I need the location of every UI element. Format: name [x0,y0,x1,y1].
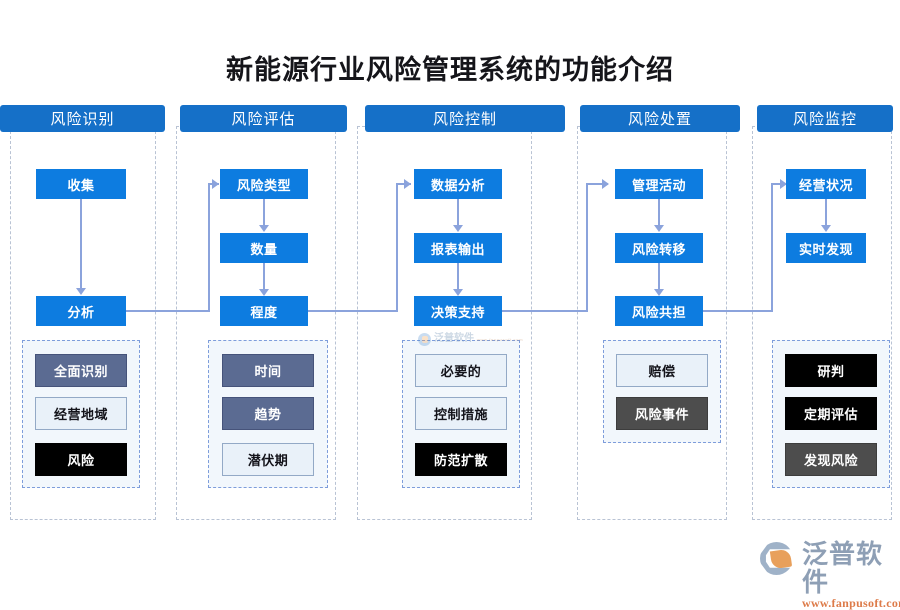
diagram-canvas: 新能源行业风险管理系统的功能介绍 风险识别 风险评估 风险控制 风险处置 风险监… [0,0,900,610]
flow-box-data-analysis[interactable]: 数据分析 [414,169,502,199]
flow-box-quantity[interactable]: 数量 [220,233,308,263]
tag-label: 趋势 [254,407,282,422]
flow-box-degree[interactable]: 程度 [220,296,308,326]
connector-c4-c5-h1 [703,310,773,312]
tag-risk-event[interactable]: 风险事件 [616,397,708,430]
tag-label: 风险事件 [634,407,689,422]
flow-box-label: 报表输出 [430,241,485,257]
brand-name: 泛普软件 [802,539,884,597]
column-header-label: 风险评估 [231,112,296,128]
column-header-risk-identification[interactable]: 风险识别 [0,105,165,132]
connector-c1-v1 [80,199,82,288]
flow-box-label: 分析 [67,304,95,320]
connector-c1-c2-h1 [126,310,210,312]
connector-c2-v2 [263,263,265,289]
tag-label: 必要的 [440,364,482,379]
tag-time[interactable]: 时间 [222,354,314,387]
tag-label: 赔偿 [648,364,676,379]
connector-c3-v2 [457,263,459,289]
tag-judgment[interactable]: 研判 [785,354,877,387]
tag-risk[interactable]: 风险 [35,443,127,476]
connector-c2-v1 [263,199,265,225]
flow-box-label: 经营状况 [798,177,853,193]
tag-label: 定期评估 [803,407,858,422]
tag-comprehensive-identification[interactable]: 全面识别 [35,354,127,387]
column-header-label: 风险监控 [792,112,857,128]
column-header-label: 风险控制 [432,112,497,128]
connector-c1-c2-v [208,184,210,312]
flow-box-label: 管理活动 [631,177,686,193]
arrow-c4-a2 [654,289,664,296]
flow-box-label: 风险转移 [631,241,686,257]
tag-label: 控制措施 [433,407,488,422]
tag-label: 全面识别 [53,364,108,379]
arrow-c4-a1 [654,225,664,232]
tag-label: 时间 [254,364,282,379]
connector-c3-c4-h1 [502,310,588,312]
flow-box-label: 程度 [250,304,278,320]
connector-c2-c3-h1 [308,310,398,312]
tag-label: 发现风险 [803,453,858,468]
tag-compensation[interactable]: 赔偿 [616,354,708,387]
column-header-risk-assessment[interactable]: 风险评估 [180,105,347,132]
arrow-c5-a1 [821,225,831,232]
flow-box-label: 收集 [67,177,95,193]
flow-box-risk-type[interactable]: 风险类型 [220,169,308,199]
flow-box-risk-transfer[interactable]: 风险转移 [615,233,703,263]
tag-discover-risk[interactable]: 发现风险 [785,443,877,476]
connector-c3-v1 [457,199,459,225]
tag-trend[interactable]: 趋势 [222,397,314,430]
flow-box-realtime-discovery[interactable]: 实时发现 [786,233,866,263]
flow-box-label: 实时发现 [798,241,853,257]
flow-box-business-status[interactable]: 经营状况 [786,169,866,199]
tag-periodic-assessment[interactable]: 定期评估 [785,397,877,430]
connector-c4-c5-v [771,184,773,312]
connector-c4-v1 [658,199,660,225]
tag-label: 经营地域 [53,407,108,422]
connector-c3-c4-v [586,184,588,312]
arrow-c2-c3 [404,179,411,189]
column-header-risk-monitoring[interactable]: 风险监控 [757,105,893,132]
connector-c5-v1 [825,199,827,225]
column-header-label: 风险识别 [50,112,115,128]
flow-box-collect[interactable]: 收集 [36,169,126,199]
brand-url: www.fanpusoft.com [802,596,900,610]
flow-box-risk-sharing[interactable]: 风险共担 [615,296,703,326]
page-title: 新能源行业风险管理系统的功能介绍 [226,55,674,85]
flow-box-label: 决策支持 [430,304,485,320]
tag-prevent-spread[interactable]: 防范扩散 [415,443,507,476]
tag-label: 潜伏期 [247,453,289,468]
flow-box-label: 风险共担 [631,304,686,320]
tag-label: 风险 [67,453,95,468]
arrow-c1-a1 [76,288,86,295]
column-header-label: 风险处置 [627,112,692,128]
flow-box-management-activity[interactable]: 管理活动 [615,169,703,199]
column-header-risk-disposal[interactable]: 风险处置 [580,105,740,132]
flow-box-report-output[interactable]: 报表输出 [414,233,502,263]
column-header-risk-control[interactable]: 风险控制 [365,105,565,132]
arrow-c3-c4 [602,179,609,189]
arrow-c2-a1 [259,225,269,232]
tag-business-region[interactable]: 经营地域 [35,397,127,430]
flow-box-label: 数量 [250,241,278,257]
connector-c2-c3-v [396,184,398,312]
flow-box-label: 风险类型 [236,177,291,193]
tag-latency-period[interactable]: 潜伏期 [222,443,314,476]
tag-label: 研判 [817,364,845,379]
arrow-c2-a2 [259,289,269,296]
flow-box-decision-support[interactable]: 决策支持 [414,296,502,326]
tag-label: 防范扩散 [433,453,488,468]
tag-necessary[interactable]: 必要的 [415,354,507,387]
tag-control-measures[interactable]: 控制措施 [415,397,507,430]
arrow-c1-c2 [212,179,219,189]
flow-box-analyze[interactable]: 分析 [36,296,126,326]
arrow-c3-a1 [453,225,463,232]
arrow-c3-a2 [453,289,463,296]
flow-box-label: 数据分析 [430,177,485,193]
connector-c4-v2 [658,263,660,289]
fanpu-logo-icon [760,540,796,576]
